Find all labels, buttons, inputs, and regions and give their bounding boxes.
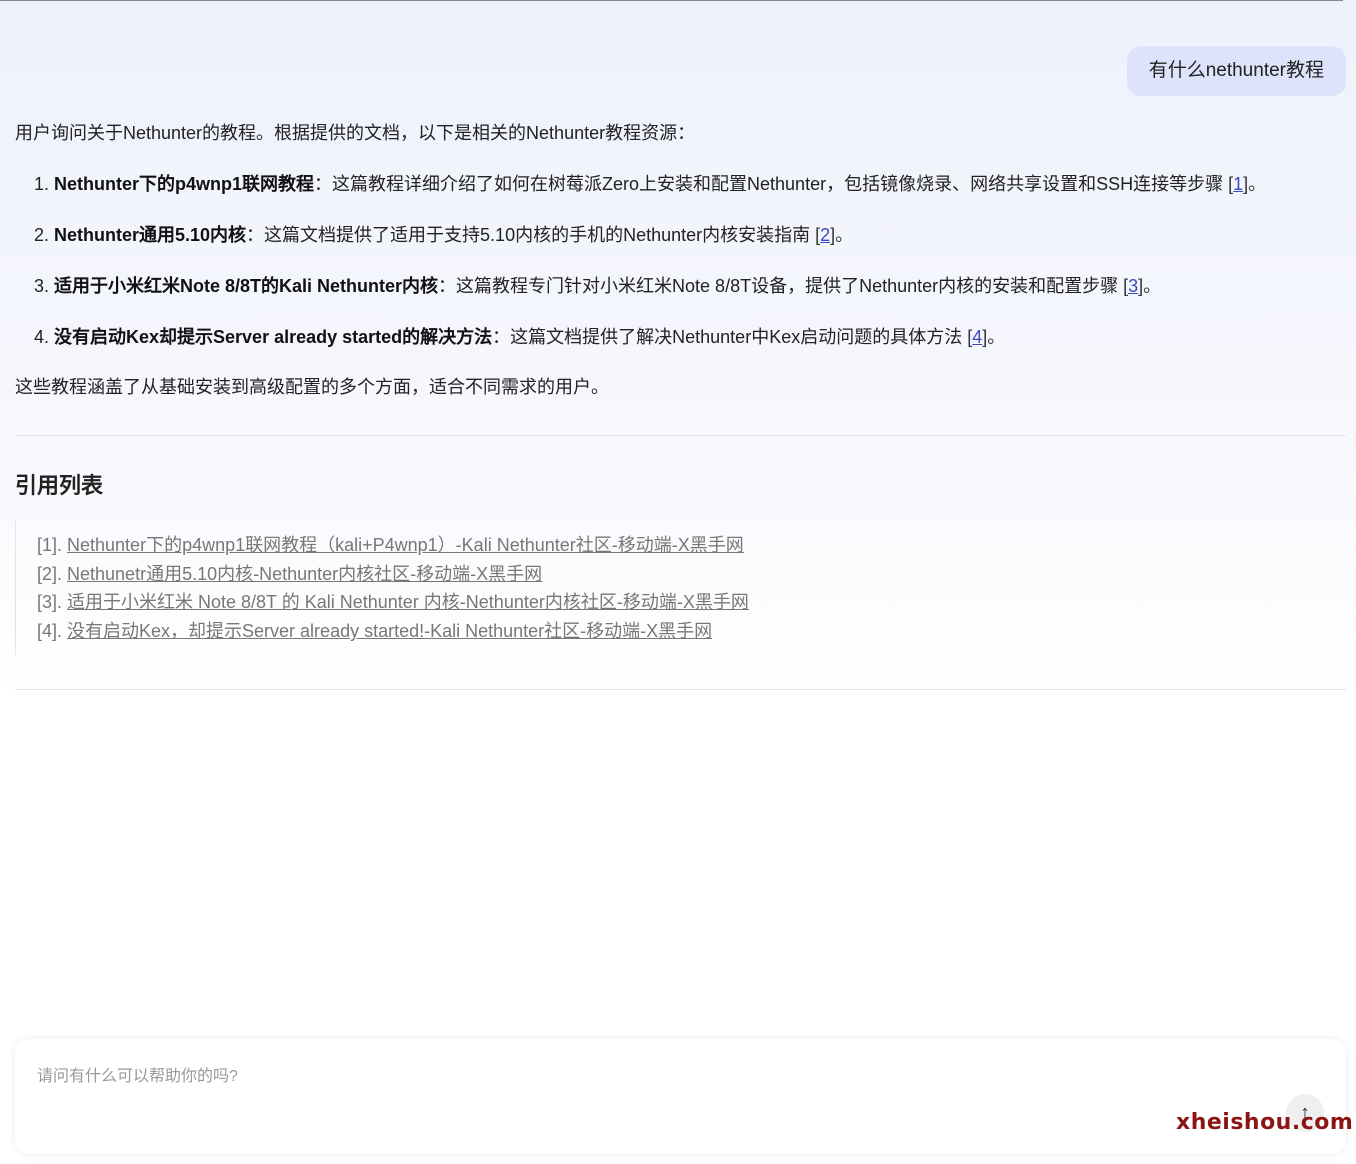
- citation: [1]。: [1228, 174, 1266, 194]
- citation-link-3[interactable]: 3: [1128, 276, 1138, 296]
- citation-bracket: ]。: [982, 327, 1006, 347]
- citation: [2]。: [815, 225, 853, 245]
- citation-bracket: ]。: [1138, 276, 1162, 296]
- reference-index: [3].: [37, 592, 68, 613]
- citation-link-2[interactable]: 2: [820, 225, 830, 245]
- item-title: 没有启动Kex却提示Server already started的解决方法: [54, 327, 493, 347]
- list-number: 4.: [34, 327, 50, 347]
- reference-item: [2]. Nethunetr通用5.10内核-Nethunter内核社区-移动端…: [37, 560, 1015, 589]
- answer-outro: 这些教程涵盖了从基础安装到高级配置的多个方面，适合不同需求的用户。: [15, 377, 609, 397]
- citation-link-4[interactable]: 4: [972, 327, 982, 347]
- item-separator: ：: [438, 276, 457, 296]
- reference-item: [4]. 没有启动Kex，却提示Server already started!-…: [37, 617, 1015, 646]
- item-separator: ：: [492, 327, 511, 347]
- reference-index: [1].: [37, 535, 68, 555]
- citation-bracket: ]。: [1243, 174, 1267, 194]
- reference-link[interactable]: Nethunetr通用5.10内核-Nethunter内核社区-移动端-X黑手网: [67, 564, 542, 584]
- answer-list: 1. Nethunter下的p4wnp1联网教程：这篇教程详细介绍了如何在树莓派Z…: [15, 169, 1345, 352]
- list-number: 3.: [34, 276, 50, 296]
- reference-item: [3]. 适用于小米红米 Note 8/8T 的 Kali Nethunter …: [37, 588, 1015, 617]
- watermark-logo: xheishou.com: [1176, 1110, 1354, 1135]
- chat-input[interactable]: [37, 1063, 1237, 1091]
- reference-index: [4].: [37, 621, 68, 642]
- item-text: 这篇文档提供了解决Nethunter中Kex启动问题的具体方法: [510, 327, 968, 347]
- reference-link[interactable]: 没有启动Kex，却提示Server already started!-Kali …: [67, 621, 712, 641]
- chat-composer: ↑: [15, 1039, 1346, 1154]
- item-separator: ：: [314, 174, 333, 194]
- answer-list-item: 3. 适用于小米红米Note 8/8T的Kali Nethunter内核：这篇教程…: [15, 271, 1345, 301]
- reference-item: [1]. Nethunter下的p4wnp1联网教程（kali+P4wnp1）-…: [37, 531, 1015, 560]
- assistant-answer: 用户询问关于Nethunter的教程。根据提供的文档，以下是相关的Nethunt…: [15, 118, 1345, 402]
- citation-link-1[interactable]: 1: [1233, 174, 1243, 194]
- list-number: 1.: [34, 174, 50, 194]
- item-separator: ：: [246, 225, 265, 245]
- references-title: 引用列表: [15, 473, 104, 498]
- answer-list-item: 2. Nethunter通用5.10内核：这篇文档提供了适用于支持5.10内核的手…: [15, 220, 1345, 250]
- user-message-bubble: 有什么nethunter教程: [1126, 46, 1346, 96]
- item-text: 这篇教程专门针对小米红米Note 8/8T设备，提供了Nethunter内核的安…: [456, 276, 1124, 296]
- citation-bracket: ]。: [830, 225, 854, 245]
- citation: [4]。: [967, 327, 1005, 347]
- top-border: [0, 0, 1343, 1]
- reference-index: [2].: [37, 563, 68, 584]
- divider: [15, 689, 1346, 690]
- item-text: 这篇文档提供了适用于支持5.10内核的手机的Nethunter内核安装指南: [264, 225, 816, 245]
- list-number: 2.: [34, 225, 50, 245]
- item-title: 适用于小米红米Note 8/8T的Kali Nethunter内核: [54, 276, 439, 296]
- item-title: Nethunter下的p4wnp1联网教程: [54, 174, 315, 194]
- answer-intro: 用户询问关于Nethunter的教程。根据提供的文档，以下是相关的Nethunt…: [15, 123, 696, 143]
- item-title: Nethunter通用5.10内核: [54, 225, 247, 245]
- divider: [15, 435, 1346, 436]
- reference-link[interactable]: Nethunter下的p4wnp1联网教程（kali+P4wnp1）-Kali …: [67, 535, 744, 555]
- reference-link[interactable]: 适用于小米红米 Note 8/8T 的 Kali Nethunter 内核-Ne…: [67, 592, 749, 612]
- references-list: [1]. Nethunter下的p4wnp1联网教程（kali+P4wnp1）-…: [15, 520, 1015, 655]
- answer-list-item: 1. Nethunter下的p4wnp1联网教程：这篇教程详细介绍了如何在树莓派Z…: [15, 169, 1345, 199]
- citation: [3]。: [1123, 276, 1161, 296]
- item-text: 这篇教程详细介绍了如何在树莓派Zero上安装和配置Nethunter，包括镜像烧…: [332, 174, 1229, 194]
- answer-list-item: 4. 没有启动Kex却提示Server already started的解决方法：…: [15, 322, 1345, 352]
